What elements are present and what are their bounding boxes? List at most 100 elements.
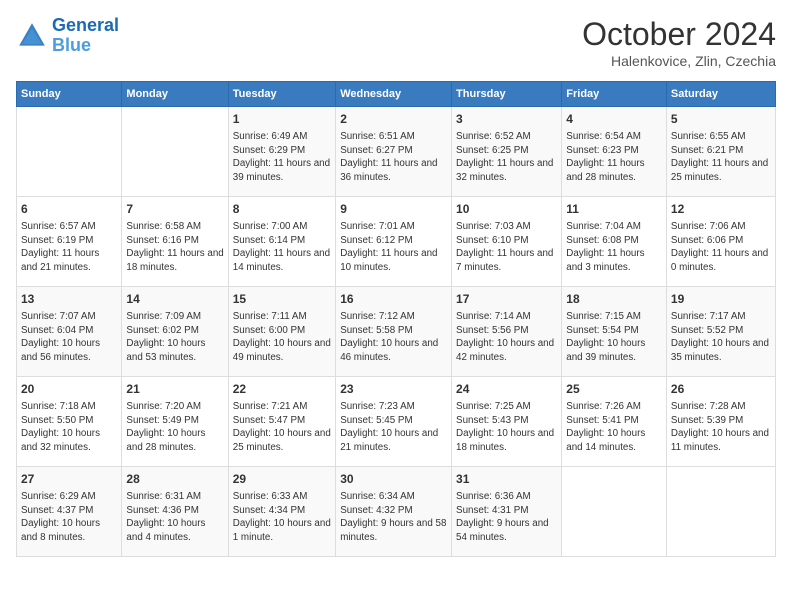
day-info: Sunrise: 7:07 AM Sunset: 6:04 PM Dayligh… xyxy=(21,310,117,365)
week-row-5: 27 Sunrise: 6:29 AM Sunset: 4:37 PM Dayli… xyxy=(17,467,776,557)
title-block: October 2024 Halenkovice, Zlin, Czechia xyxy=(582,16,776,69)
day-number: 24 xyxy=(456,381,557,398)
day-number: 25 xyxy=(566,381,662,398)
header-cell-tuesday: Tuesday xyxy=(228,82,335,107)
header-cell-monday: Monday xyxy=(122,82,228,107)
day-cell: 15Sunrise: 7:11 AM Sunset: 6:00 PM Dayli… xyxy=(228,287,335,377)
day-info: Sunrise: 6:58 AM Sunset: 6:16 PM Dayligh… xyxy=(126,220,223,275)
day-cell: 19 Sunrise: 7:17 AM Sunset: 5:52 PM Dayli… xyxy=(666,287,775,377)
day-info: Sunrise: 7:23 AM Sunset: 5:45 PM Dayligh… xyxy=(340,400,447,455)
day-info: Sunrise: 7:01 AM Sunset: 6:12 PM Dayligh… xyxy=(340,220,447,275)
day-number: 26 xyxy=(671,381,771,398)
day-info: Sunrise: 6:33 AM Sunset: 4:34 PM Dayligh… xyxy=(233,490,331,545)
day-info: Sunrise: 7:06 AM Sunset: 6:06 PM Dayligh… xyxy=(671,220,771,275)
day-info: Sunrise: 7:12 AM Sunset: 5:58 PM Dayligh… xyxy=(340,310,447,365)
calendar-table: SundayMondayTuesdayWednesdayThursdayFrid… xyxy=(16,81,776,557)
day-cell: 23 Sunrise: 7:23 AM Sunset: 5:45 PM Dayli… xyxy=(336,377,452,467)
day-cell: 4 Sunrise: 6:54 AM Sunset: 6:23 PM Daylig… xyxy=(562,107,667,197)
day-cell: 13 Sunrise: 7:07 AM Sunset: 6:04 PM Dayli… xyxy=(17,287,122,377)
day-cell xyxy=(17,107,122,197)
day-cell: 31 Sunrise: 6:36 AM Sunset: 4:31 PM Dayli… xyxy=(452,467,562,557)
day-cell xyxy=(666,467,775,557)
day-number: 6 xyxy=(21,201,117,218)
day-info: Sunrise: 6:49 AM Sunset: 6:29 PM Dayligh… xyxy=(233,130,331,185)
day-info: Sunrise: 7:00 AM Sunset: 6:14 PM Dayligh… xyxy=(233,220,331,275)
day-number: 13 xyxy=(21,291,117,308)
day-info: Sunrise: 7:04 AM Sunset: 6:08 PM Dayligh… xyxy=(566,220,662,275)
day-cell: 9Sunrise: 7:01 AM Sunset: 6:12 PM Daylig… xyxy=(336,197,452,287)
day-number: 10 xyxy=(456,201,557,218)
week-row-2: 6 Sunrise: 6:57 AM Sunset: 6:19 PM Daylig… xyxy=(17,197,776,287)
day-cell: 1 Sunrise: 6:49 AM Sunset: 6:29 PM Daylig… xyxy=(228,107,335,197)
day-info: Sunrise: 7:20 AM Sunset: 5:49 PM Dayligh… xyxy=(126,400,223,455)
day-cell: 7 Sunrise: 6:58 AM Sunset: 6:16 PM Daylig… xyxy=(122,197,228,287)
day-info: Sunrise: 7:25 AM Sunset: 5:43 PM Dayligh… xyxy=(456,400,557,455)
day-cell: 2 Sunrise: 6:51 AM Sunset: 6:27 PM Daylig… xyxy=(336,107,452,197)
day-cell: 27 Sunrise: 6:29 AM Sunset: 4:37 PM Dayli… xyxy=(17,467,122,557)
day-cell: 18Sunrise: 7:15 AM Sunset: 5:54 PM Dayli… xyxy=(562,287,667,377)
day-number: 8 xyxy=(233,201,331,218)
location: Halenkovice, Zlin, Czechia xyxy=(582,53,776,69)
day-number: 14 xyxy=(126,291,223,308)
day-number: 21 xyxy=(126,381,223,398)
day-cell: 26 Sunrise: 7:28 AM Sunset: 5:39 PM Dayli… xyxy=(666,377,775,467)
day-info: Sunrise: 7:18 AM Sunset: 5:50 PM Dayligh… xyxy=(21,400,117,455)
header-cell-sunday: Sunday xyxy=(17,82,122,107)
day-cell: 3 Sunrise: 6:52 AM Sunset: 6:25 PM Daylig… xyxy=(452,107,562,197)
day-cell: 6 Sunrise: 6:57 AM Sunset: 6:19 PM Daylig… xyxy=(17,197,122,287)
day-info: Sunrise: 6:57 AM Sunset: 6:19 PM Dayligh… xyxy=(21,220,117,275)
day-number: 3 xyxy=(456,111,557,128)
day-info: Sunrise: 7:03 AM Sunset: 6:10 PM Dayligh… xyxy=(456,220,557,275)
day-cell: 22 Sunrise: 7:21 AM Sunset: 5:47 PM Dayli… xyxy=(228,377,335,467)
day-cell: 24 Sunrise: 7:25 AM Sunset: 5:43 PM Dayli… xyxy=(452,377,562,467)
day-info: Sunrise: 6:54 AM Sunset: 6:23 PM Dayligh… xyxy=(566,130,662,185)
logo: General Blue xyxy=(16,16,119,56)
day-info: Sunrise: 7:21 AM Sunset: 5:47 PM Dayligh… xyxy=(233,400,331,455)
day-info: Sunrise: 7:14 AM Sunset: 5:56 PM Dayligh… xyxy=(456,310,557,365)
day-info: Sunrise: 6:29 AM Sunset: 4:37 PM Dayligh… xyxy=(21,490,117,545)
day-cell: 29 Sunrise: 6:33 AM Sunset: 4:34 PM Dayli… xyxy=(228,467,335,557)
header-row: SundayMondayTuesdayWednesdayThursdayFrid… xyxy=(17,82,776,107)
day-number: 27 xyxy=(21,471,117,488)
day-number: 23 xyxy=(340,381,447,398)
day-number: 30 xyxy=(340,471,447,488)
day-number: 22 xyxy=(233,381,331,398)
header-cell-friday: Friday xyxy=(562,82,667,107)
day-info: Sunrise: 6:34 AM Sunset: 4:32 PM Dayligh… xyxy=(340,490,447,545)
day-number: 2 xyxy=(340,111,447,128)
day-cell: 21 Sunrise: 7:20 AM Sunset: 5:49 PM Dayli… xyxy=(122,377,228,467)
day-cell: 5Sunrise: 6:55 AM Sunset: 6:21 PM Daylig… xyxy=(666,107,775,197)
day-number: 28 xyxy=(126,471,223,488)
page-header: General Blue October 2024 Halenkovice, Z… xyxy=(16,16,776,69)
day-cell: 11Sunrise: 7:04 AM Sunset: 6:08 PM Dayli… xyxy=(562,197,667,287)
week-row-1: 1 Sunrise: 6:49 AM Sunset: 6:29 PM Daylig… xyxy=(17,107,776,197)
day-number: 15 xyxy=(233,291,331,308)
header-cell-saturday: Saturday xyxy=(666,82,775,107)
week-row-4: 20 Sunrise: 7:18 AM Sunset: 5:50 PM Dayli… xyxy=(17,377,776,467)
day-number: 1 xyxy=(233,111,331,128)
day-number: 12 xyxy=(671,201,771,218)
day-cell: 16Sunrise: 7:12 AM Sunset: 5:58 PM Dayli… xyxy=(336,287,452,377)
calendar-header: SundayMondayTuesdayWednesdayThursdayFrid… xyxy=(17,82,776,107)
day-cell: 25Sunrise: 7:26 AM Sunset: 5:41 PM Dayli… xyxy=(562,377,667,467)
day-number: 31 xyxy=(456,471,557,488)
day-info: Sunrise: 7:28 AM Sunset: 5:39 PM Dayligh… xyxy=(671,400,771,455)
day-number: 20 xyxy=(21,381,117,398)
day-cell: 12 Sunrise: 7:06 AM Sunset: 6:06 PM Dayli… xyxy=(666,197,775,287)
day-cell xyxy=(562,467,667,557)
day-number: 17 xyxy=(456,291,557,308)
day-info: Sunrise: 6:52 AM Sunset: 6:25 PM Dayligh… xyxy=(456,130,557,185)
week-row-3: 13 Sunrise: 7:07 AM Sunset: 6:04 PM Dayli… xyxy=(17,287,776,377)
day-number: 19 xyxy=(671,291,771,308)
day-info: Sunrise: 6:51 AM Sunset: 6:27 PM Dayligh… xyxy=(340,130,447,185)
day-number: 29 xyxy=(233,471,331,488)
day-number: 4 xyxy=(566,111,662,128)
day-number: 7 xyxy=(126,201,223,218)
day-number: 18 xyxy=(566,291,662,308)
header-cell-wednesday: Wednesday xyxy=(336,82,452,107)
logo-icon xyxy=(16,20,48,52)
day-info: Sunrise: 6:31 AM Sunset: 4:36 PM Dayligh… xyxy=(126,490,223,545)
day-info: Sunrise: 7:17 AM Sunset: 5:52 PM Dayligh… xyxy=(671,310,771,365)
day-cell: 8 Sunrise: 7:00 AM Sunset: 6:14 PM Daylig… xyxy=(228,197,335,287)
day-info: Sunrise: 6:36 AM Sunset: 4:31 PM Dayligh… xyxy=(456,490,557,545)
